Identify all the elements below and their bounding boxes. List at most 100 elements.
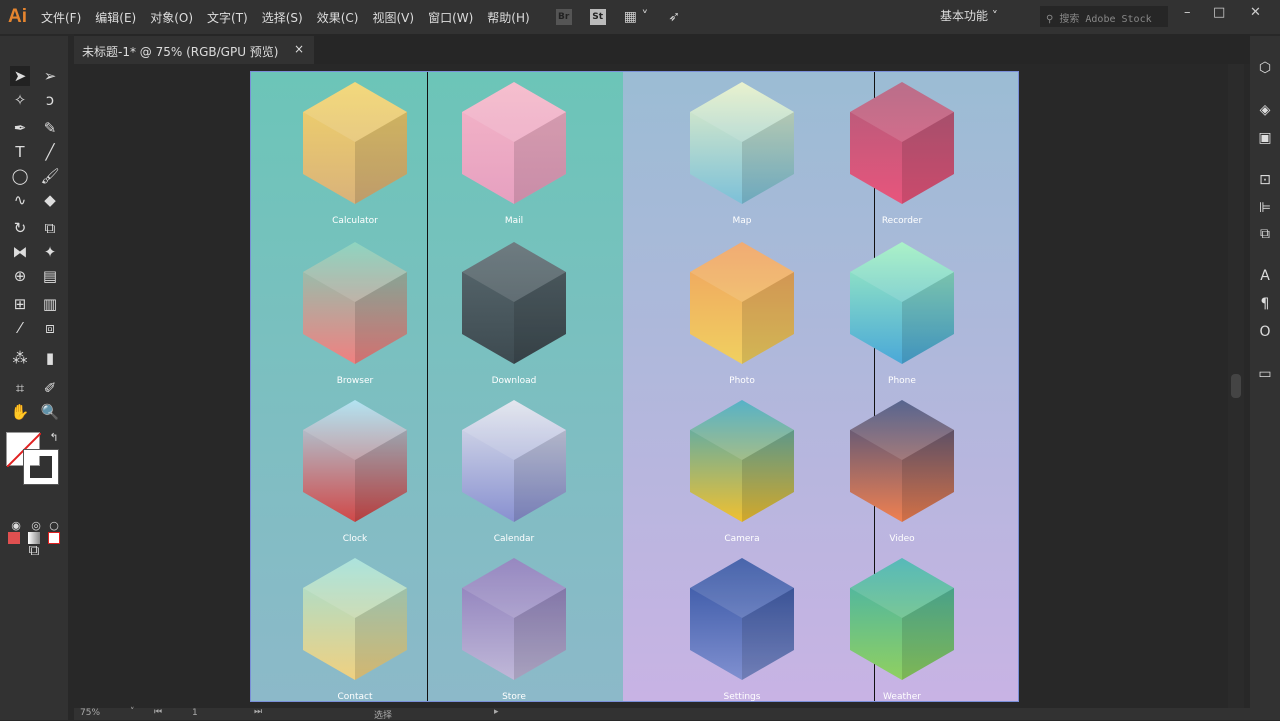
app-icon-recorder[interactable]: Recorder bbox=[842, 80, 962, 230]
draw-inside-icon[interactable]: ○ bbox=[44, 516, 64, 536]
gradient-panel-icon[interactable]: ▭ bbox=[1256, 366, 1274, 384]
eyedropper-icon[interactable]: ⁄ bbox=[10, 318, 30, 338]
first-artboard-icon[interactable]: ⏮ bbox=[154, 707, 162, 717]
minimize-button[interactable]: – bbox=[1184, 5, 1191, 20]
stock-search-input[interactable]: ⚲ 搜索 Adobe Stock bbox=[1040, 6, 1168, 27]
swap-fill-stroke-icon[interactable]: ↰ bbox=[44, 428, 64, 448]
mesh-tool-icon[interactable]: ⊞ bbox=[10, 294, 30, 314]
libraries-icon[interactable]: ⬡ bbox=[1256, 60, 1274, 78]
app-icon-camera[interactable]: Camera bbox=[682, 398, 802, 548]
app-icon-download[interactable]: Download bbox=[454, 240, 574, 390]
layers-icon[interactable]: ◈ bbox=[1256, 102, 1274, 120]
rotate-tool-icon[interactable]: ↻ bbox=[10, 218, 30, 238]
shaper-tool-icon[interactable]: ∿ bbox=[10, 190, 30, 210]
app-label: Photo bbox=[729, 376, 755, 386]
app-icon-settings[interactable]: Settings bbox=[682, 556, 802, 701]
bridge-button[interactable]: Br bbox=[555, 9, 572, 25]
artboard-tool-icon[interactable]: ⌗ bbox=[10, 378, 30, 398]
menu-view[interactable]: 视图(V) bbox=[372, 9, 414, 26]
gradient-tool-icon[interactable]: ▥ bbox=[40, 294, 60, 314]
draw-normal-icon[interactable]: ◉ bbox=[6, 516, 26, 536]
draw-behind-icon[interactable]: ◎ bbox=[26, 516, 46, 536]
hexagon-icon bbox=[690, 82, 794, 204]
guide-line bbox=[427, 72, 428, 701]
close-window-button[interactable]: ✕ bbox=[1250, 5, 1261, 20]
close-tab-button[interactable]: × bbox=[294, 42, 304, 56]
scroll-thumb[interactable] bbox=[1231, 374, 1241, 398]
app-icon-browser[interactable]: Browser bbox=[295, 240, 415, 390]
align-icon[interactable]: ⊫ bbox=[1256, 200, 1274, 218]
blend-tool-icon[interactable]: ⧈ bbox=[40, 318, 60, 338]
menu-help[interactable]: 帮助(H) bbox=[487, 9, 529, 26]
app-icon-calculator[interactable]: Calculator bbox=[295, 80, 415, 230]
symbol-sprayer-icon[interactable]: ⁂ bbox=[10, 348, 30, 368]
menu-file[interactable]: 文件(F) bbox=[41, 9, 81, 26]
screen-mode-icon[interactable]: ⧉ bbox=[24, 540, 44, 560]
app-icon-contact[interactable]: Contact bbox=[295, 556, 415, 702]
ellipse-tool-icon[interactable]: ◯ bbox=[10, 166, 30, 186]
shape-builder-icon[interactable]: ⊕ bbox=[10, 266, 30, 286]
app-icon-clock[interactable]: Clock bbox=[295, 398, 415, 548]
app-label: Mail bbox=[504, 216, 524, 226]
paintbrush-icon[interactable]: 🖌 bbox=[40, 166, 60, 186]
menu-type[interactable]: 文字(T) bbox=[207, 9, 248, 26]
vertical-scrollbar[interactable] bbox=[1228, 64, 1244, 708]
workspace-switcher[interactable]: 基本功能 ˅ bbox=[940, 7, 998, 24]
selection-tool-icon[interactable]: ➤ bbox=[10, 66, 30, 86]
app-icon-map[interactable]: Map bbox=[682, 80, 802, 230]
pen-tool-icon[interactable]: ✒ bbox=[10, 118, 30, 138]
character-icon[interactable]: A bbox=[1256, 268, 1274, 286]
pathfinder-icon[interactable]: ⧉ bbox=[1256, 226, 1274, 244]
maximize-button[interactable]: □ bbox=[1213, 5, 1225, 20]
lasso-icon[interactable]: ↄ bbox=[40, 90, 60, 110]
stroke-swatch[interactable] bbox=[23, 449, 59, 485]
zoom-level[interactable]: 75% bbox=[80, 708, 100, 718]
hexagon-icon bbox=[303, 242, 407, 364]
status-menu-icon[interactable]: ▸ bbox=[494, 707, 499, 717]
transform-icon[interactable]: ⊡ bbox=[1256, 172, 1274, 190]
next-artboard-icon[interactable]: ⏭ bbox=[254, 707, 262, 717]
slice-tool-icon[interactable]: ✐ bbox=[40, 378, 60, 398]
hand-tool-icon[interactable]: ✋ bbox=[10, 402, 30, 422]
opentype-icon[interactable]: O bbox=[1256, 324, 1274, 342]
perspective-grid-icon[interactable]: ▤ bbox=[40, 266, 60, 286]
gpu-performance-icon[interactable]: ➶ bbox=[668, 9, 680, 25]
menu-object[interactable]: 对象(O) bbox=[150, 9, 193, 26]
graph-tool-icon[interactable]: ▮ bbox=[40, 348, 60, 368]
type-tool-icon[interactable]: T bbox=[10, 142, 30, 162]
app-icon-phone[interactable]: Phone bbox=[842, 240, 962, 390]
app-icon-store[interactable]: Store bbox=[454, 556, 574, 701]
scale-tool-icon[interactable]: ⧉ bbox=[40, 218, 60, 238]
direct-selection-tool-icon[interactable]: ➢ bbox=[40, 66, 60, 86]
arrange-documents-icon[interactable]: ▦ ˅ bbox=[624, 9, 649, 25]
app-icon-mail[interactable]: Mail bbox=[454, 80, 574, 230]
paragraph-icon[interactable]: ¶ bbox=[1256, 296, 1274, 314]
width-tool-icon[interactable]: ⧓ bbox=[10, 242, 30, 262]
app-label: Recorder bbox=[881, 216, 923, 226]
puppet-warp-icon[interactable]: ✦ bbox=[40, 242, 60, 262]
menu-window[interactable]: 窗口(W) bbox=[428, 9, 473, 26]
document-tabs: 未标题-1* @ 75% (RGB/GPU 预览) × bbox=[74, 34, 1250, 64]
curvature-tool-icon[interactable]: ✎ bbox=[40, 118, 60, 138]
magic-wand-icon[interactable]: ✧ bbox=[10, 90, 30, 110]
app-icon-video[interactable]: Video bbox=[842, 398, 962, 548]
zoom-dropdown-icon[interactable]: ˅ bbox=[130, 707, 135, 717]
artboard-number[interactable]: 1 bbox=[192, 708, 198, 718]
zoom-tool-icon[interactable]: 🔍 bbox=[40, 402, 60, 422]
stock-button[interactable]: St bbox=[589, 9, 606, 25]
status-bar: 75% ˅ ⏮ 1 ⏭ 选择 ▸ bbox=[74, 707, 1250, 721]
app-icon-photo[interactable]: Photo bbox=[682, 240, 802, 390]
artboards-icon[interactable]: ▣ bbox=[1256, 130, 1274, 148]
app-icon-weather[interactable]: Weather bbox=[842, 556, 962, 701]
app-label: Contact bbox=[337, 692, 373, 702]
app-label: Video bbox=[889, 534, 915, 544]
artboard[interactable]: Calculator Mail Map Recorder Browser Download… bbox=[250, 71, 1019, 702]
menu-effect[interactable]: 效果(C) bbox=[317, 9, 359, 26]
document-tab[interactable]: 未标题-1* @ 75% (RGB/GPU 预览) × bbox=[74, 36, 314, 64]
eraser-icon[interactable]: ◆ bbox=[40, 190, 60, 210]
menu-select[interactable]: 选择(S) bbox=[262, 9, 303, 26]
menu-edit[interactable]: 编辑(E) bbox=[95, 9, 136, 26]
app-icon-calendar[interactable]: Calendar bbox=[454, 398, 574, 548]
app-label: Calculator bbox=[332, 216, 378, 226]
line-tool-icon[interactable]: ╱ bbox=[40, 142, 60, 162]
